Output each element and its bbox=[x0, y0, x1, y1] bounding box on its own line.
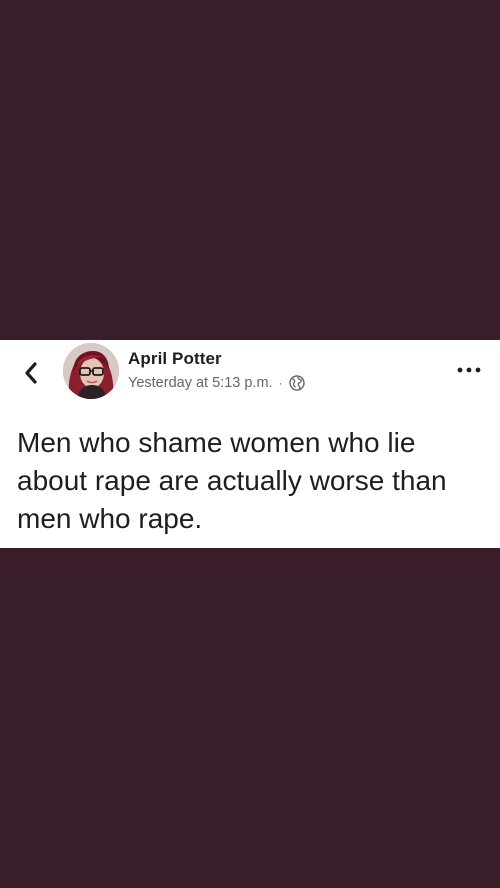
globe-icon bbox=[288, 375, 305, 391]
meta-separator: · bbox=[278, 376, 283, 390]
post-timestamp[interactable]: Yesterday at 5:13 p.m. bbox=[128, 375, 273, 391]
avatar-image bbox=[63, 343, 119, 399]
avatar[interactable] bbox=[63, 343, 119, 399]
more-horizontal-icon bbox=[457, 367, 481, 373]
post-body-text: Men who shame women who lie about rape a… bbox=[17, 427, 447, 534]
screenshot-frame: April Potter Yesterday at 5:13 p.m. · Me… bbox=[0, 0, 500, 888]
author-name[interactable]: April Potter bbox=[128, 349, 222, 369]
more-options-button[interactable] bbox=[456, 360, 482, 380]
back-button[interactable] bbox=[16, 358, 46, 388]
post-meta: Yesterday at 5:13 p.m. · bbox=[128, 375, 305, 391]
chevron-left-icon bbox=[25, 362, 37, 384]
post-card: April Potter Yesterday at 5:13 p.m. · Me… bbox=[0, 340, 500, 548]
